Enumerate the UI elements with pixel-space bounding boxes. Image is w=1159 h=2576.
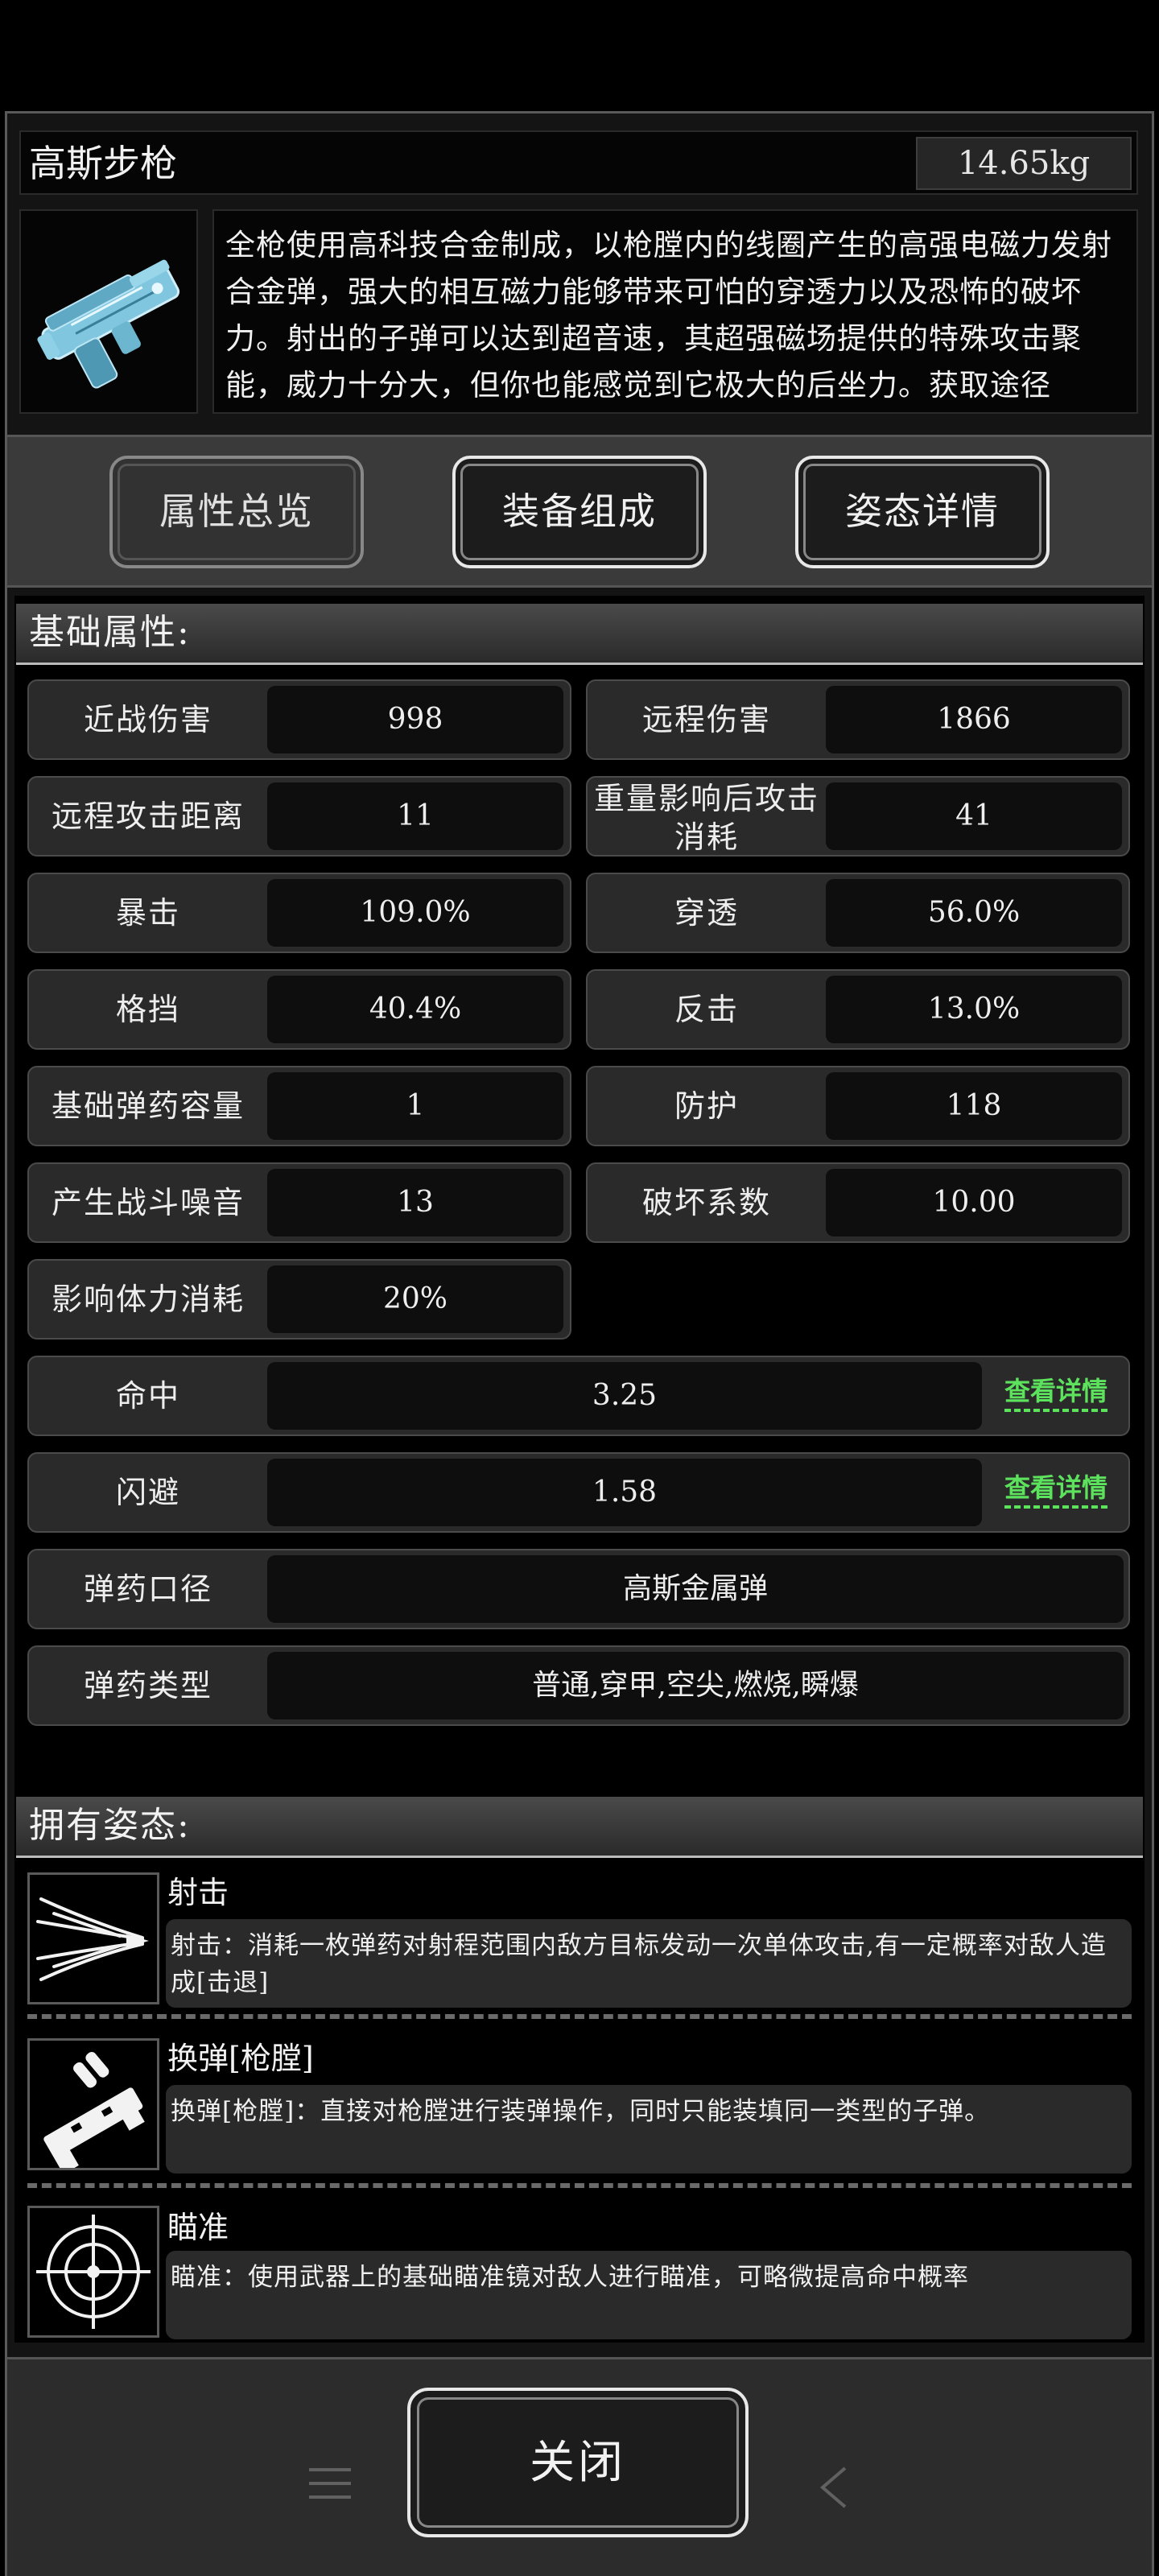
stat-ranged-damage: 远程伤害 1866 (586, 679, 1130, 760)
stat-destruction-factor: 破坏系数 10.00 (586, 1162, 1130, 1243)
stat-melee-damage: 近战伤害 998 (27, 679, 571, 760)
item-weight: 14.65kg (916, 137, 1132, 190)
status-bar-area (0, 0, 1159, 111)
stat-value: 10.00 (826, 1169, 1122, 1236)
stat-label: 基础弹药容量 (51, 1088, 245, 1124)
basic-attributes-header: 基础属性: (16, 604, 1143, 665)
stat-value: 109.0% (267, 879, 563, 947)
stance-aim-name: 瞄准 (167, 2210, 229, 2245)
close-button[interactable]: 关闭 (407, 2388, 749, 2537)
stat-base-ammo-capacity: 基础弹药容量 1 (27, 1066, 571, 1146)
stance-reload-desc: 换弹[枪膛]：直接对枪膛进行装弹操作，同时只能装填同一类型的子弹。 (166, 2085, 1132, 2174)
stat-label: 远程伤害 (641, 702, 771, 737)
stat-label: 破坏系数 (641, 1185, 771, 1220)
stat-label: 弹药口径 (83, 1571, 212, 1607)
stat-label: 暴击 (115, 895, 180, 931)
stat-value: 普通,穿甲,空尖,燃烧,瞬爆 (267, 1652, 1124, 1719)
stat-value: 3.25 (267, 1362, 982, 1430)
stance-shoot-desc: 射击：消耗一枚弹药对射程范围内敌方目标发动一次单体攻击,有一定概率对敌人造成[击… (166, 1919, 1132, 2008)
stat-value: 1.58 (267, 1459, 982, 1526)
item-name: 高斯步枪 (29, 142, 177, 185)
stat-ranged-attack-range: 远程攻击距离 11 (27, 776, 571, 857)
stat-combat-noise: 产生战斗噪音 13 (27, 1162, 571, 1243)
stance-aim-desc: 瞄准：使用武器上的基础瞄准镜对敌人进行瞄准，可略微提高命中概率 (166, 2251, 1132, 2339)
stat-value: 41 (826, 782, 1122, 850)
stat-label: 防护 (674, 1088, 739, 1124)
stat-label: 穿透 (674, 895, 739, 931)
hit-view-details-link[interactable]: 查看详情 (1004, 1373, 1108, 1412)
stat-label: 近战伤害 (83, 702, 212, 737)
stance-divider (27, 2183, 1132, 2188)
stat-value: 13.0% (826, 976, 1122, 1043)
stat-label: 命中 (115, 1378, 180, 1414)
tab-attribute-overview[interactable]: 属性总览 (109, 456, 364, 568)
stance-aim-icon-frame[interactable] (27, 2206, 159, 2338)
stance-reload-icon-frame[interactable] (27, 2038, 159, 2174)
dodge-view-details-link[interactable]: 查看详情 (1004, 1470, 1108, 1509)
stat-label: 产生战斗噪音 (51, 1185, 245, 1220)
tab-stance-details[interactable]: 姿态详情 (795, 456, 1050, 568)
stat-ammo-type: 弹药类型 普通,穿甲,空尖,燃烧,瞬爆 (27, 1645, 1130, 1726)
stat-value: 998 (267, 686, 563, 753)
stat-label: 闪避 (115, 1475, 180, 1510)
stat-block: 格挡 40.4% (27, 969, 571, 1050)
stat-counter: 反击 13.0% (586, 969, 1130, 1050)
stat-value: 56.0% (826, 879, 1122, 947)
stat-penetration: 穿透 56.0% (586, 873, 1130, 953)
stat-value: 40.4% (267, 976, 563, 1043)
stat-label: 弹药类型 (83, 1668, 212, 1703)
item-icon-frame (19, 209, 198, 414)
stat-dodge: 闪避 1.58 (27, 1452, 1130, 1533)
stat-ammo-caliber: 弹药口径 高斯金属弹 (27, 1549, 1130, 1629)
stance-shoot-icon-frame[interactable] (27, 1872, 159, 2004)
stat-stamina-cost: 影响体力消耗 20% (27, 1259, 571, 1340)
stat-value: 高斯金属弹 (267, 1555, 1124, 1623)
gauss-rifle-icon (37, 259, 180, 389)
item-description: 全枪使用高科技合金制成，以枪膛内的线圈产生的高强电磁力发射合金弹，强大的相互磁力… (225, 228, 1112, 402)
stat-value: 13 (267, 1169, 563, 1236)
stat-critical: 暴击 109.0% (27, 873, 571, 953)
stance-shoot-name: 射击 (167, 1875, 229, 1910)
crosshair-icon (36, 2215, 151, 2329)
stat-weighted-attack-cost: 重量影响后攻击消耗 41 (586, 776, 1130, 857)
stat-label: 远程攻击距离 (51, 799, 245, 834)
tab-equipment-composition[interactable]: 装备组成 (452, 456, 707, 568)
stat-value: 1866 (826, 686, 1122, 753)
stat-value: 20% (267, 1265, 563, 1333)
stance-reload-name: 换弹[枪膛] (167, 2041, 314, 2076)
item-description-box[interactable]: 全枪使用高科技合金制成，以枪膛内的线圈产生的高强电磁力发射合金弹，强大的相互磁力… (212, 209, 1138, 414)
stat-label: 重量影响后攻击消耗 (593, 781, 819, 855)
stat-label: 影响体力消耗 (51, 1282, 245, 1317)
stat-hit: 命中 3.25 (27, 1356, 1130, 1436)
stat-label: 反击 (674, 992, 739, 1027)
stat-protection: 防护 118 (586, 1066, 1130, 1146)
stat-value: 11 (267, 782, 563, 850)
stat-value: 1 (267, 1072, 563, 1140)
shoot-icon (36, 1897, 149, 1981)
stances-header: 拥有姿态: (16, 1797, 1143, 1858)
reload-icon (43, 2052, 145, 2174)
back-icon (819, 2467, 847, 2508)
stat-label: 格挡 (115, 992, 180, 1027)
stat-value: 118 (826, 1072, 1122, 1140)
stance-divider (27, 2014, 1132, 2019)
menu-icon (309, 2468, 351, 2499)
